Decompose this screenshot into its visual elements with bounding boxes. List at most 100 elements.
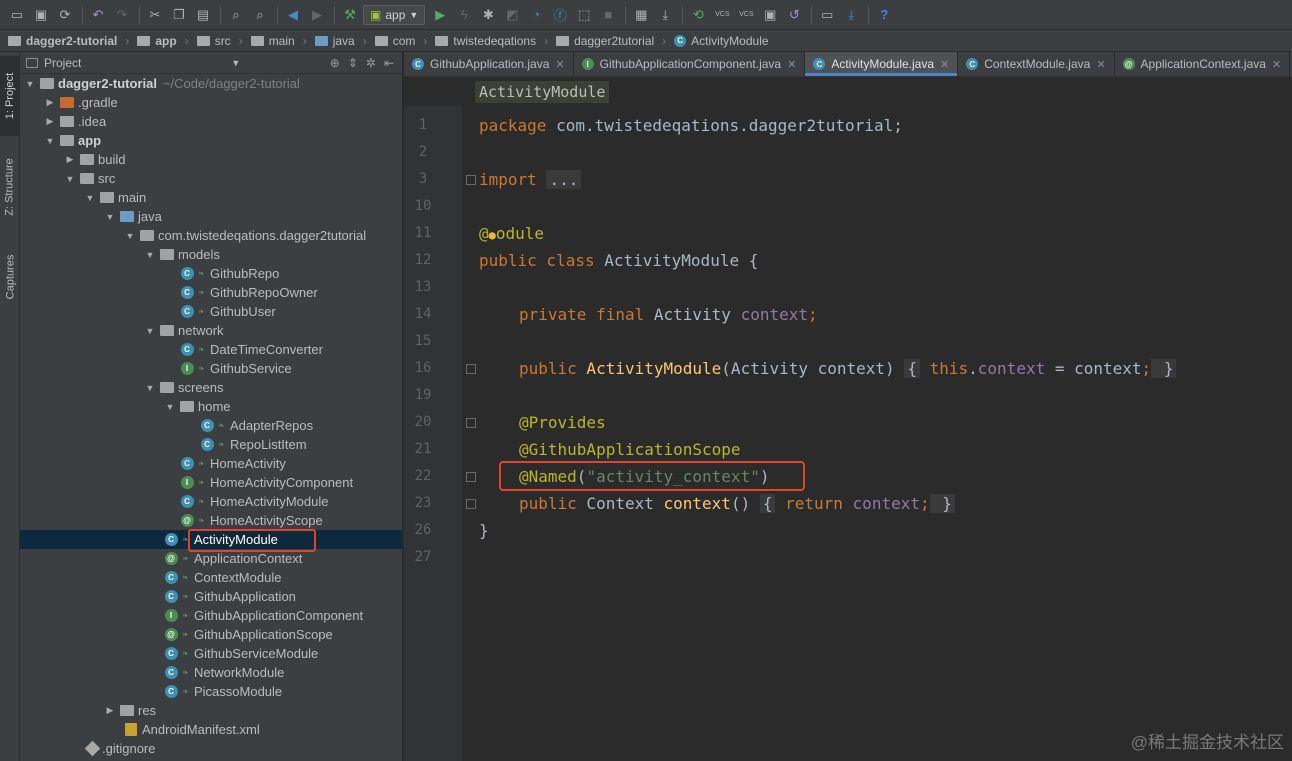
vcs-commit-icon[interactable]: VCS	[711, 4, 733, 26]
help-icon[interactable]: ?	[873, 4, 895, 26]
fold-toggle-icon[interactable]	[466, 175, 476, 185]
tree-node-applicationcontext[interactable]: @ ❧ ApplicationContext	[20, 549, 402, 568]
expand-arrow-icon[interactable]: ▼	[84, 193, 96, 203]
chevron-down-icon[interactable]: ▼	[231, 58, 240, 68]
tab-activitymodule[interactable]: C ActivityModule.java ✕	[805, 52, 959, 76]
collapsed-arrow-icon[interactable]: ▶	[64, 154, 76, 165]
breadcrumb-item[interactable]: main ›	[250, 34, 307, 48]
expand-arrow-icon[interactable]: ▼	[144, 326, 156, 336]
tree-node-githubrepo[interactable]: C ❧ GithubRepo	[20, 264, 402, 283]
replace-icon[interactable]: ⌕	[249, 4, 271, 26]
expand-arrow-icon[interactable]: ▼	[164, 402, 176, 412]
tree-node-githubservicemodule[interactable]: C ❧ GithubServiceModule	[20, 644, 402, 663]
attach-debugger-icon[interactable]: ⓕ	[549, 4, 571, 26]
tab-githubapplication[interactable]: C GithubApplication.java ✕	[404, 52, 574, 76]
sync-icon[interactable]: ⟳	[54, 4, 76, 26]
run-icon[interactable]: ▶	[429, 4, 451, 26]
tree-node-gradle[interactable]: ▶ .gradle	[20, 93, 402, 112]
tree-node-build[interactable]: ▶ build	[20, 150, 402, 169]
tree-node-main[interactable]: ▼ main	[20, 188, 402, 207]
collapsed-arrow-icon[interactable]: ▶	[44, 116, 56, 127]
stop-icon[interactable]: ■	[597, 4, 619, 26]
tree-node-datetimeconverter[interactable]: C ❧ DateTimeConverter	[20, 340, 402, 359]
fold-toggle-icon[interactable]	[466, 499, 476, 509]
coverage-icon[interactable]: ◩	[501, 4, 523, 26]
tree-node-githubservice[interactable]: I ❧ GithubService	[20, 359, 402, 378]
sdk-manager-icon[interactable]: ⤓	[654, 4, 676, 26]
breadcrumb-item[interactable]: src ›	[196, 34, 243, 48]
undo-icon[interactable]: ↶	[87, 4, 109, 26]
tree-node-idea[interactable]: ▶ .idea	[20, 112, 402, 131]
profile-icon[interactable]: ◔	[525, 4, 547, 26]
find-icon[interactable]: ⌕	[225, 4, 247, 26]
expand-arrow-icon[interactable]: ▼	[44, 136, 56, 146]
forward-icon[interactable]: ▶	[306, 4, 328, 26]
breadcrumb-item[interactable]: C ActivityModule	[674, 34, 769, 48]
tool-tab-project[interactable]: 1: Project	[0, 56, 20, 136]
project-structure-icon[interactable]: ▦	[630, 4, 652, 26]
folded-code-placeholder[interactable]: ...	[546, 170, 582, 189]
project-view-select[interactable]: Project	[44, 56, 81, 70]
tree-node-src[interactable]: ▼ src	[20, 169, 402, 188]
bulb-icon[interactable]: ●	[489, 228, 496, 242]
collapsed-arrow-icon[interactable]: ▶	[104, 705, 116, 716]
tree-node-screens[interactable]: ▼ screens	[20, 378, 402, 397]
tree-node-java[interactable]: ▼ java	[20, 207, 402, 226]
tab-contextmodule[interactable]: C ContextModule.java ✕	[958, 52, 1115, 76]
close-icon[interactable]: ✕	[555, 58, 564, 71]
run-config-select[interactable]: ▣ app ▼	[363, 4, 426, 25]
hide-panel-icon[interactable]: ⇤	[384, 56, 394, 70]
tree-node-adapterrepos[interactable]: C ❧ AdapterRepos	[20, 416, 402, 435]
tree-node-githubrepoowner[interactable]: C ❧ GithubRepoOwner	[20, 283, 402, 302]
expand-arrow-icon[interactable]: ▼	[64, 174, 76, 184]
open-icon[interactable]: ▭	[6, 4, 28, 26]
tree-node-picassomodule[interactable]: C ❧ PicassoModule	[20, 682, 402, 701]
copy-icon[interactable]: ❐	[168, 4, 190, 26]
tool-tab-structure[interactable]: Z: Structure	[0, 142, 20, 232]
expand-arrow-icon[interactable]: ▼	[144, 250, 156, 260]
breadcrumb-item[interactable]: com ›	[374, 34, 427, 48]
back-icon[interactable]: ◀	[282, 4, 304, 26]
collapsed-arrow-icon[interactable]: ▶	[44, 97, 56, 108]
tree-node-githubapplicationscope[interactable]: @ ❧ GithubApplicationScope	[20, 625, 402, 644]
vcs-push-icon[interactable]: VCS	[735, 4, 757, 26]
paste-icon[interactable]: ▤	[192, 4, 214, 26]
class-name-chip[interactable]: ActivityModule	[475, 81, 610, 103]
tree-node-root[interactable]: ▼ dagger2-tutorial ~/Code/dagger2-tutori…	[20, 74, 402, 93]
save-icon[interactable]: ▣	[30, 4, 52, 26]
debug-icon[interactable]: ✱	[477, 4, 499, 26]
build-icon[interactable]: ⚒	[339, 4, 361, 26]
tab-githubapplicationcomponent[interactable]: I GithubApplicationComponent.java ✕	[574, 52, 806, 76]
tree-node-package[interactable]: ▼ com.twistedeqations.dagger2tutorial	[20, 226, 402, 245]
close-icon[interactable]: ✕	[940, 58, 949, 71]
expand-arrow-icon[interactable]: ▼	[104, 212, 116, 222]
breadcrumb-item[interactable]: java ›	[314, 34, 367, 48]
fold-toggle-icon[interactable]	[466, 418, 476, 428]
tool-tab-captures[interactable]: Captures	[0, 237, 20, 317]
device-manager-icon[interactable]: ▭	[816, 4, 838, 26]
tree-node-home[interactable]: ▼ home	[20, 397, 402, 416]
sdk-download-icon[interactable]: ⤓	[840, 4, 862, 26]
breadcrumb-item[interactable]: dagger2tutorial ›	[556, 34, 666, 48]
instant-run-icon[interactable]: ϟ	[453, 4, 475, 26]
tree-node-homeactivityscope[interactable]: @ ❧ HomeActivityScope	[20, 511, 402, 530]
cut-icon[interactable]: ✂	[144, 4, 166, 26]
tree-node-androidmanifest[interactable]: AndroidManifest.xml	[20, 720, 402, 739]
apply-changes-icon[interactable]: ⬚	[573, 4, 595, 26]
close-icon[interactable]: ✕	[787, 58, 796, 71]
collapse-all-icon[interactable]: ⇕	[348, 56, 358, 70]
tree-node-models[interactable]: ▼ models	[20, 245, 402, 264]
breadcrumb-item[interactable]: twistedeqations ›	[435, 34, 548, 48]
expand-arrow-icon[interactable]: ▼	[124, 231, 136, 241]
breadcrumb-item[interactable]: app ›	[137, 34, 189, 48]
vcs-update-icon[interactable]: ⟲	[687, 4, 709, 26]
close-icon[interactable]: ✕	[1096, 58, 1105, 71]
breadcrumb-item[interactable]: dagger2-tutorial ›	[8, 34, 129, 48]
tree-node-res[interactable]: ▶ res	[20, 701, 402, 720]
tree-node-networkmodule[interactable]: C ❧ NetworkModule	[20, 663, 402, 682]
tree-node-homeactivity[interactable]: C ❧ HomeActivity	[20, 454, 402, 473]
expand-arrow-icon[interactable]: ▼	[144, 383, 156, 393]
code-editor[interactable]: package com.twistedeqations.dagger2tutor…	[462, 106, 1292, 761]
tree-node-githubuser[interactable]: C ❧ GithubUser	[20, 302, 402, 321]
redo-icon[interactable]: ↷	[111, 4, 133, 26]
